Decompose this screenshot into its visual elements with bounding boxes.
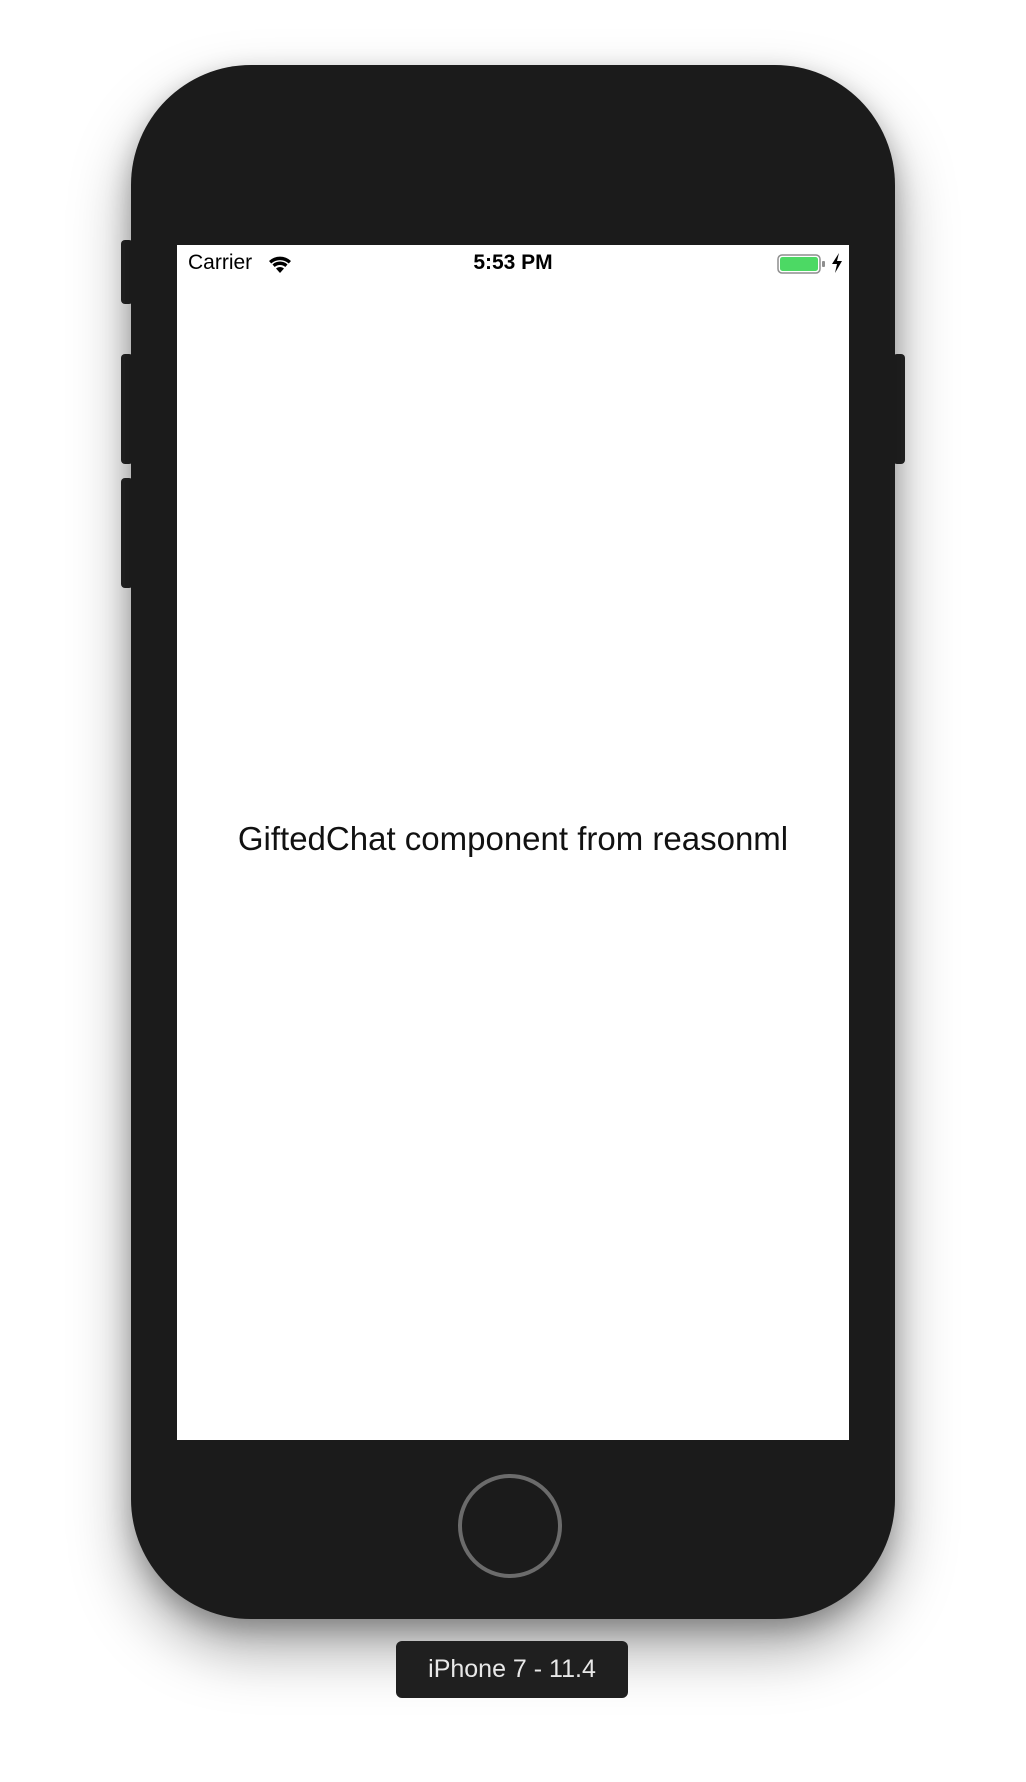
- status-time: 5:53 PM: [473, 251, 553, 274]
- home-button[interactable]: [458, 1474, 562, 1578]
- main-label: GiftedChat component from reasonml: [237, 820, 789, 857]
- phone-screen: Carrier 5:53 PM GiftedChat component fro…: [177, 245, 849, 1440]
- charging-bolt-icon: [830, 252, 844, 274]
- status-bar: Carrier 5:53 PM: [177, 245, 849, 283]
- simulator-window: Carrier 5:53 PM GiftedChat component fro…: [0, 0, 1026, 1782]
- battery-icon: [777, 253, 827, 275]
- device-label: iPhone 7 - 11.4: [396, 1641, 628, 1698]
